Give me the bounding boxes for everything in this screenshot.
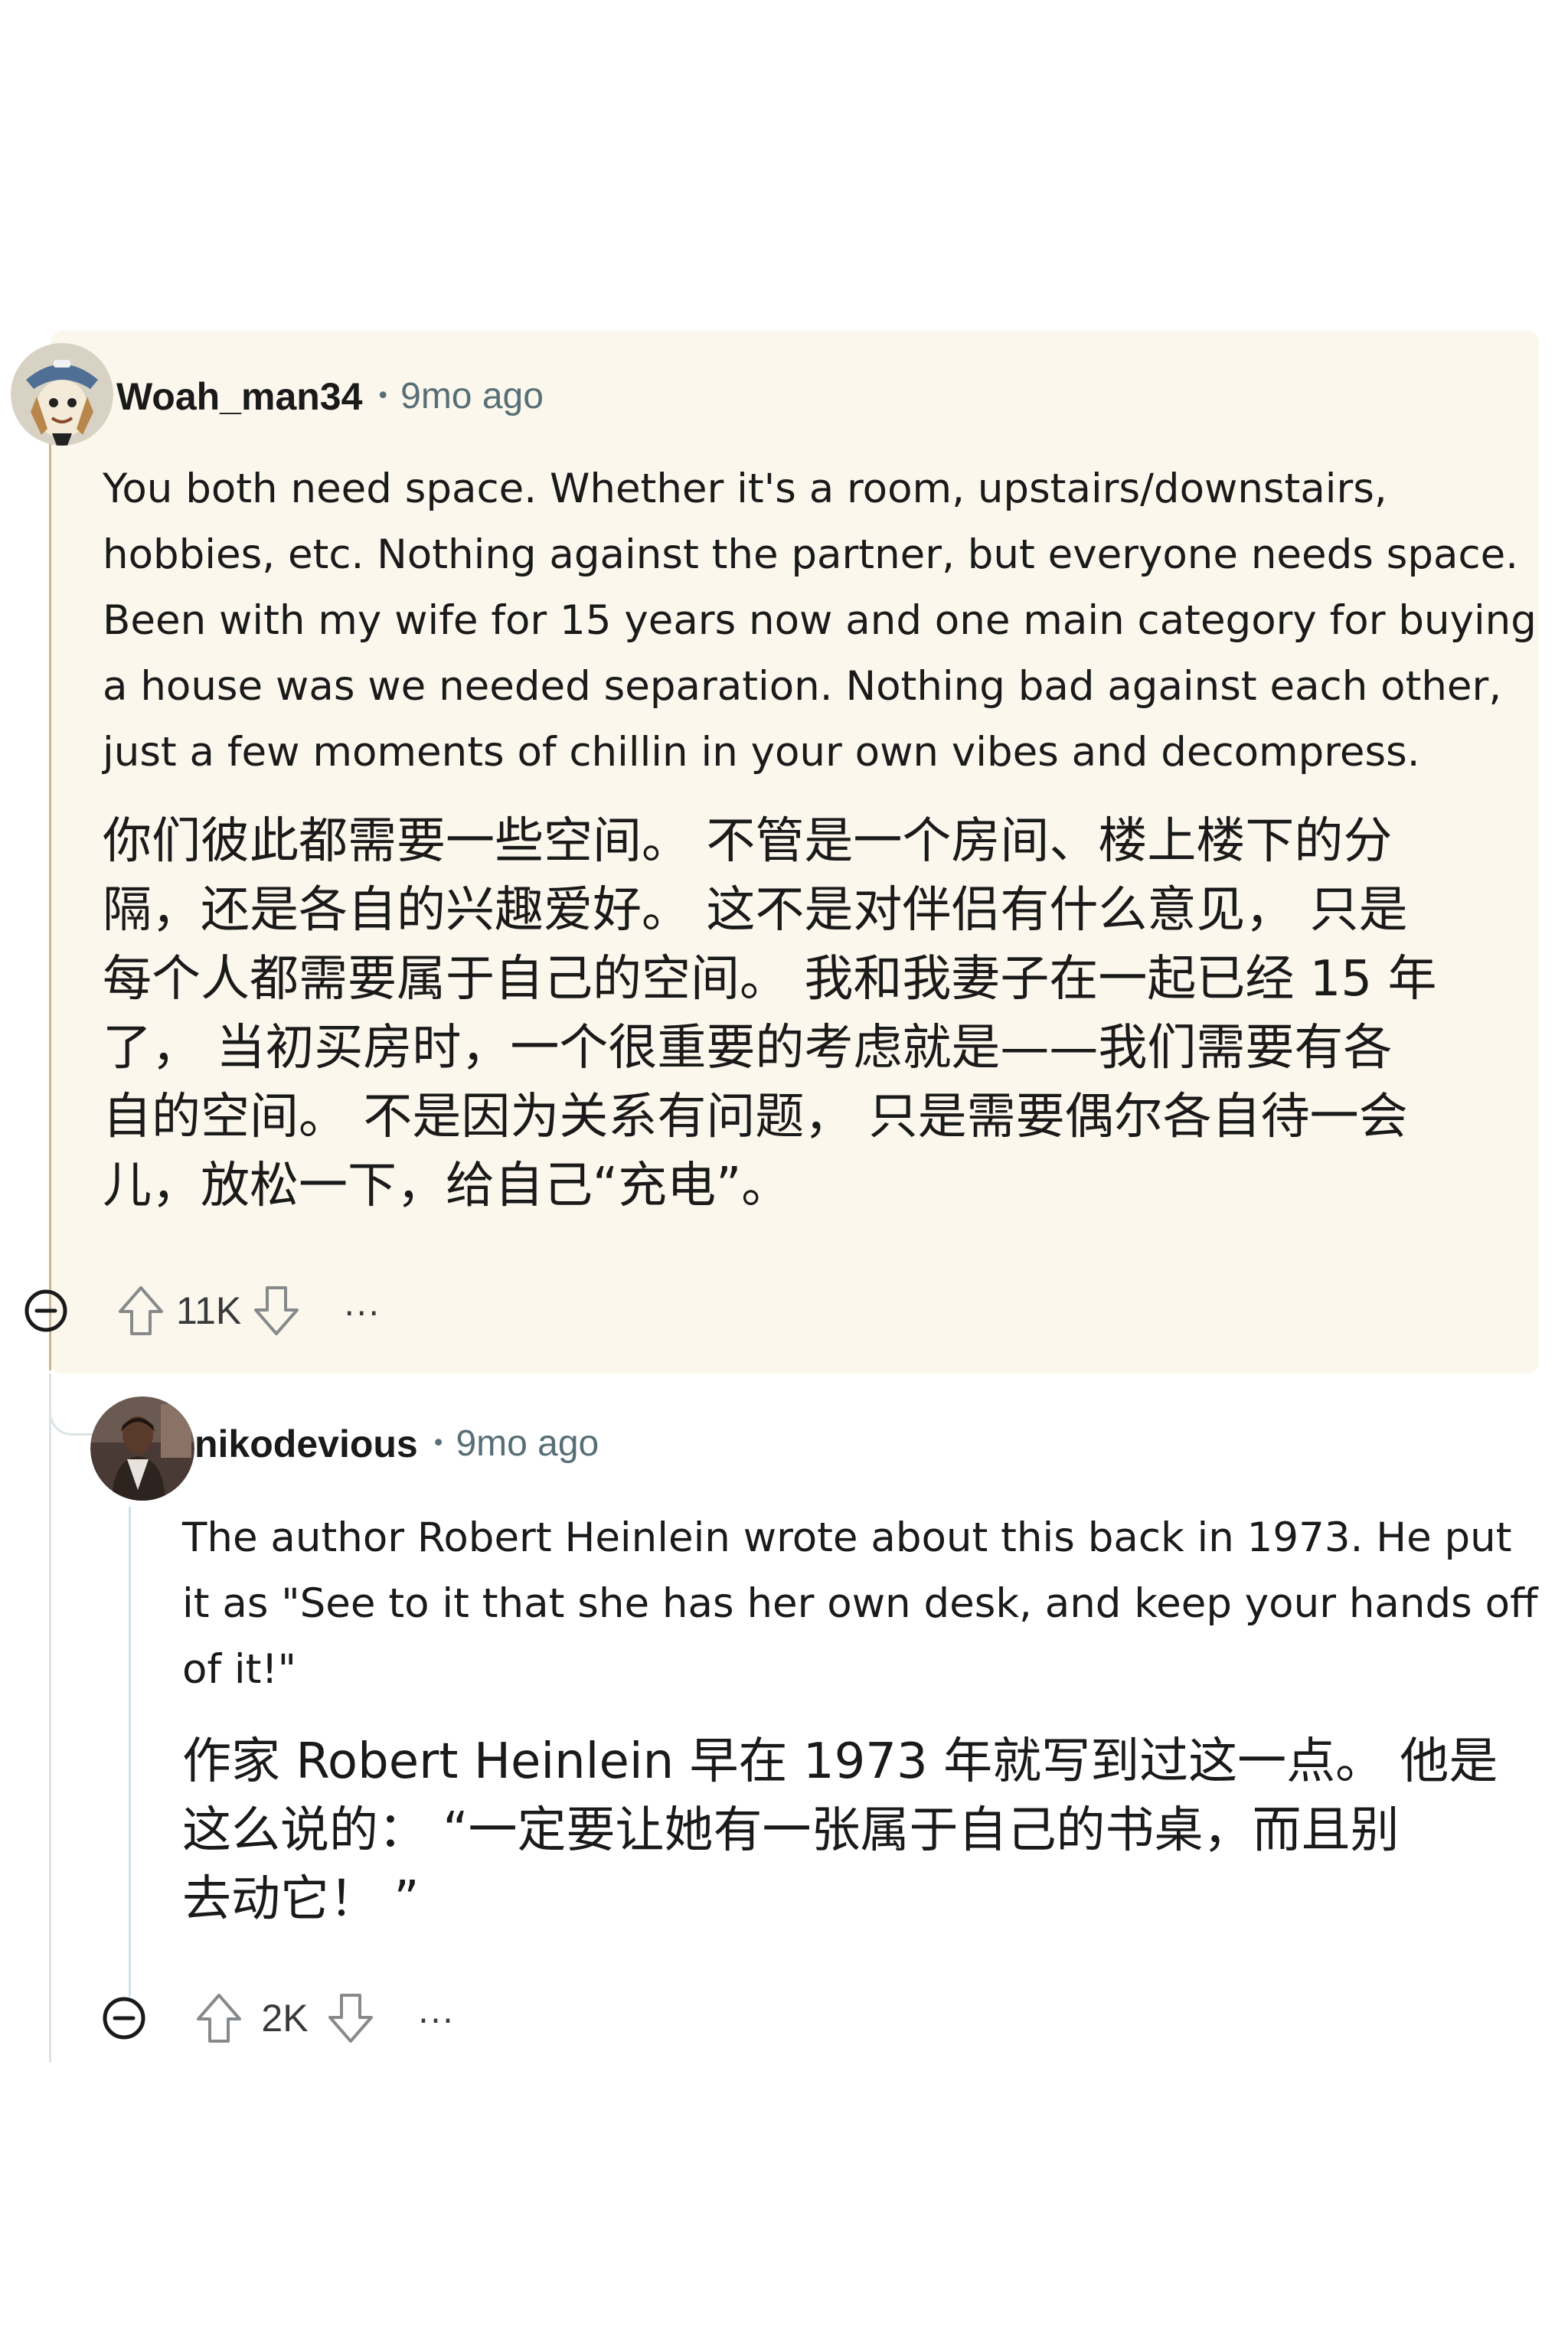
text-line: a house was we needed separation. Nothin… (103, 663, 1502, 710)
meta-separator: • (376, 383, 390, 410)
arrow-up-icon (119, 1286, 163, 1335)
minus-circle-icon (24, 1289, 67, 1332)
username[interactable]: nikodevious (194, 1421, 418, 1467)
text-line: of it!" (182, 1646, 297, 1693)
comment-meta: Woah_man34 • 9mo ago (116, 374, 544, 420)
text-line: 儿，放松一下，给自己“充电”。 (103, 1158, 791, 1214)
comment-body-chinese: 作家 Robert Heinlein 早在 1973 年就写到过这一点。 他是 … (182, 1727, 1498, 1934)
meta-separator: • (431, 1430, 446, 1457)
thread-line[interactable] (49, 1374, 51, 2063)
comment-action-bar: 11K ... (23, 1280, 381, 1341)
text-line: The author Robert Heinlein wrote about t… (182, 1514, 1512, 1561)
avatar-image (90, 1396, 194, 1501)
text-line: 你们彼此都需要一些空间。 不管是一个房间、楼上楼下的分 (103, 813, 1393, 870)
collapse-button[interactable] (101, 1995, 147, 2041)
comment-meta: nikodevious • 9mo ago (194, 1421, 599, 1467)
more-options-button[interactable]: ... (418, 1995, 455, 2040)
comment-body-english: The author Robert Heinlein wrote about t… (182, 1505, 1538, 1703)
comment-body-chinese: 你们彼此都需要一些空间。 不管是一个房间、楼上楼下的分 隔，还是各自的兴趣爱好。… (103, 807, 1436, 1220)
text-line: 每个人都需要属于自己的空间。 我和我妻子在一起已经 15 年 (103, 951, 1437, 1008)
reply-connector (49, 1378, 97, 1436)
comment-thread: Woah_man34 • 9mo ago You both need space… (0, 0, 1568, 2352)
text-line: 了， 当初买房时，一个很重要的考虑就是——我们需要有各 (103, 1020, 1393, 1076)
thread-line[interactable] (49, 444, 51, 1370)
avatar[interactable] (11, 343, 113, 446)
comment-body-english: You both need space. Whether it's a room… (103, 456, 1537, 786)
minus-circle-icon (103, 1997, 145, 2040)
text-line: You both need space. Whether it's a room… (103, 466, 1387, 512)
avatar[interactable] (90, 1396, 194, 1501)
upvote-button[interactable] (112, 1282, 170, 1340)
upvote-button[interactable] (190, 1989, 248, 2047)
text-line: 这么说的： “一定要让她有一张属于自己的书桌，而且别 (182, 1802, 1400, 1859)
text-line: it as "See to it that she has her own de… (182, 1580, 1538, 1627)
arrow-down-icon (254, 1286, 299, 1335)
more-options-button[interactable]: ... (344, 1288, 381, 1332)
thread-line[interactable] (129, 1507, 131, 1997)
arrow-down-icon (328, 1994, 373, 2043)
text-line: Been with my wife for 15 years now and o… (103, 597, 1537, 644)
arrow-up-icon (197, 1994, 241, 2043)
timestamp[interactable]: 9mo ago (456, 1421, 599, 1467)
timestamp[interactable]: 9mo ago (400, 374, 544, 420)
text-line: just a few moments of chillin in your ow… (103, 729, 1420, 776)
vote-score: 2K (261, 1997, 309, 2040)
comment-action-bar: 2K ... (101, 1988, 455, 2049)
text-line: 自的空间。 不是因为关系有问题， 只是需要偶尔各自待一会 (103, 1089, 1408, 1145)
text-line: 隔，还是各自的兴趣爱好。 这不是对伴侣有什么意见， 只是 (103, 882, 1408, 939)
vote-score: 11K (176, 1289, 242, 1332)
downvote-button[interactable] (247, 1282, 305, 1340)
text-line: 去动它！ ” (182, 1871, 420, 1928)
text-line: hobbies, etc. Nothing against the partne… (103, 531, 1519, 578)
username[interactable]: Woah_man34 (116, 374, 362, 420)
text-line: 作家 Robert Heinlein 早在 1973 年就写到过这一点。 他是 (182, 1733, 1498, 1790)
collapse-button[interactable] (23, 1288, 69, 1334)
downvote-button[interactable] (322, 1989, 380, 2047)
avatar-image (11, 343, 113, 446)
